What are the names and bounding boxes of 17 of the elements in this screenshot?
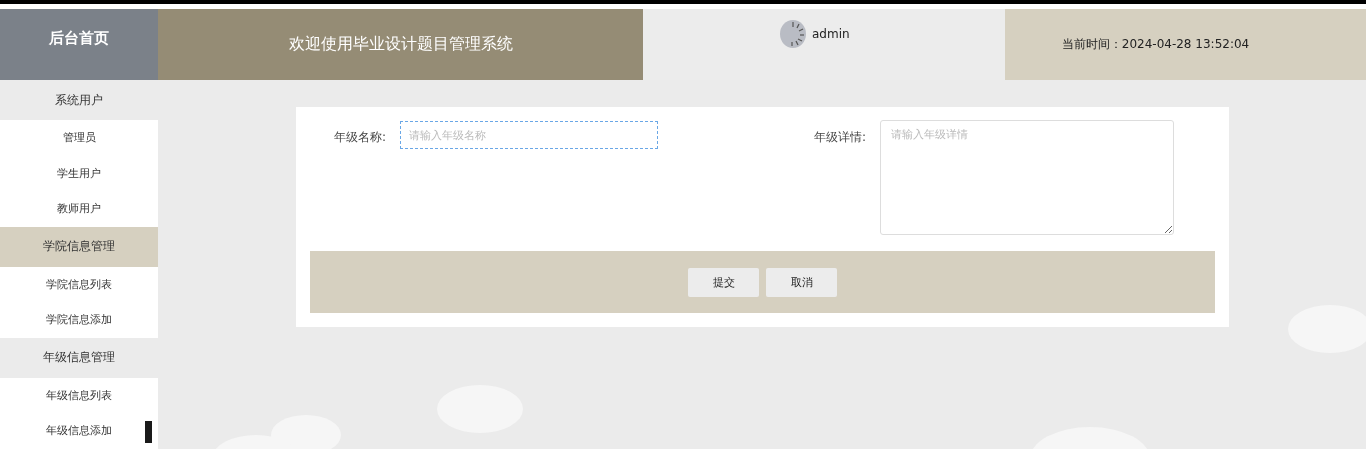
system-title: 欢迎使用毕业设计题目管理系统 xyxy=(158,9,643,80)
sidebar-item[interactable]: 年级信息列表 xyxy=(0,377,158,413)
home-title[interactable]: 后台首页 xyxy=(0,9,158,80)
sidebar-item[interactable]: 学院信息添加 xyxy=(0,302,158,338)
sidebar-item[interactable]: 学院信息列表 xyxy=(0,266,158,302)
field-label: 年级详情: xyxy=(814,129,867,146)
sidebar-item[interactable]: 年级信息添加 xyxy=(0,413,158,449)
sidebar-item[interactable]: 教师用户 xyxy=(0,191,158,227)
form-button[interactable]: 提交 xyxy=(688,267,759,297)
sidebar-item[interactable]: 学生用户 xyxy=(0,155,158,191)
input-field[interactable]: 请输入年级名称 xyxy=(400,121,659,149)
field-label: 年级名称: xyxy=(334,129,387,146)
user-name: admin xyxy=(812,27,850,41)
current-time: 当前时间：2024-04-28 13:52:04 xyxy=(1005,9,1366,80)
sidebar-group[interactable]: 学院信息管理 xyxy=(0,226,158,267)
sidebar-item[interactable]: 管理员 xyxy=(0,120,158,156)
form-button[interactable]: 取消 xyxy=(766,267,837,297)
